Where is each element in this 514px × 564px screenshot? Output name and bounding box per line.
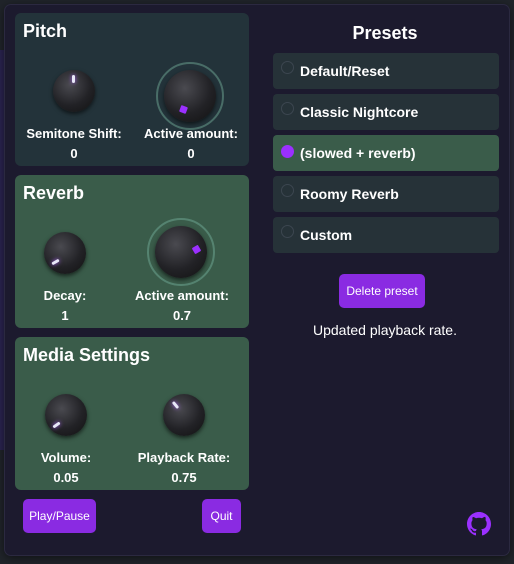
media-settings-title: Media Settings <box>23 345 151 365</box>
preset-label: Default/Reset <box>300 63 390 79</box>
semitone-label: Semitone Shift: <box>26 126 122 141</box>
extension-popup: Pitch Semitone Shift: 0 Active amount: 0… <box>5 5 509 555</box>
github-icon[interactable] <box>467 512 491 536</box>
preset-classic-nightcore[interactable]: Classic Nightcore <box>273 94 499 130</box>
preset-label: (slowed + reverb) <box>300 145 416 161</box>
play-pause-button[interactable]: Play/Pause <box>23 499 96 533</box>
decay-knob[interactable] <box>44 232 86 274</box>
reverb-panel: Reverb Decay: 1 Active amount: 0.7 <box>15 175 249 328</box>
media-settings-panel: Media Settings Volume: 0.05 Playback Rat… <box>15 337 249 490</box>
playback-rate-value: 0.75 <box>171 470 197 485</box>
playback-rate-knob[interactable] <box>163 394 205 436</box>
preset-radio[interactable] <box>281 60 294 74</box>
preset-label: Roomy Reverb <box>300 186 399 202</box>
decay-knob-indicator <box>51 258 60 266</box>
preset-slowed-reverb[interactable]: (slowed + reverb) <box>273 135 499 171</box>
decay-label: Decay: <box>43 288 87 303</box>
semitone-knob-indicator <box>72 75 75 83</box>
playback-rate-label: Playback Rate: <box>137 450 231 465</box>
pitch-panel: Pitch Semitone Shift: 0 Active amount: 0 <box>15 13 249 166</box>
pitch-active-label: Active amount: <box>144 126 238 141</box>
semitone-value: 0 <box>70 146 78 161</box>
reverb-active-knob[interactable] <box>155 226 207 278</box>
preset-label: Classic Nightcore <box>300 104 419 120</box>
volume-value: 0.05 <box>53 470 79 485</box>
pitch-active-knob-indicator <box>179 105 188 114</box>
quit-button[interactable]: Quit <box>202 499 241 533</box>
reverb-title: Reverb <box>23 183 85 203</box>
decay-value: 1 <box>61 308 69 323</box>
pitch-active-knob[interactable] <box>164 70 216 122</box>
volume-knob-indicator <box>52 421 61 429</box>
reverb-active-value: 0.7 <box>172 308 192 323</box>
preset-label: Custom <box>300 227 353 243</box>
preset-radio[interactable] <box>281 183 294 197</box>
pitch-title: Pitch <box>23 21 68 41</box>
reverb-active-label: Active amount: <box>135 288 229 303</box>
delete-preset-button[interactable]: Delete preset <box>339 274 425 308</box>
pitch-active-value: 0 <box>187 146 195 161</box>
preset-radio[interactable] <box>281 224 294 238</box>
volume-knob[interactable] <box>45 394 87 436</box>
playback-rate-knob-indicator <box>171 400 180 410</box>
preset-default-reset[interactable]: Default/Reset <box>273 53 499 89</box>
semitone-knob[interactable] <box>53 70 95 112</box>
volume-label: Volume: <box>40 450 92 465</box>
presets-title: Presets <box>352 23 418 43</box>
reverb-active-knob-indicator <box>191 244 202 255</box>
status-message: Updated playback rate. <box>313 322 457 338</box>
preset-radio[interactable] <box>281 101 294 115</box>
background-right-strip <box>509 60 514 410</box>
preset-radio-selected[interactable] <box>281 144 294 158</box>
preset-roomy-reverb[interactable]: Roomy Reverb <box>273 176 499 212</box>
preset-custom[interactable]: Custom <box>273 217 499 253</box>
